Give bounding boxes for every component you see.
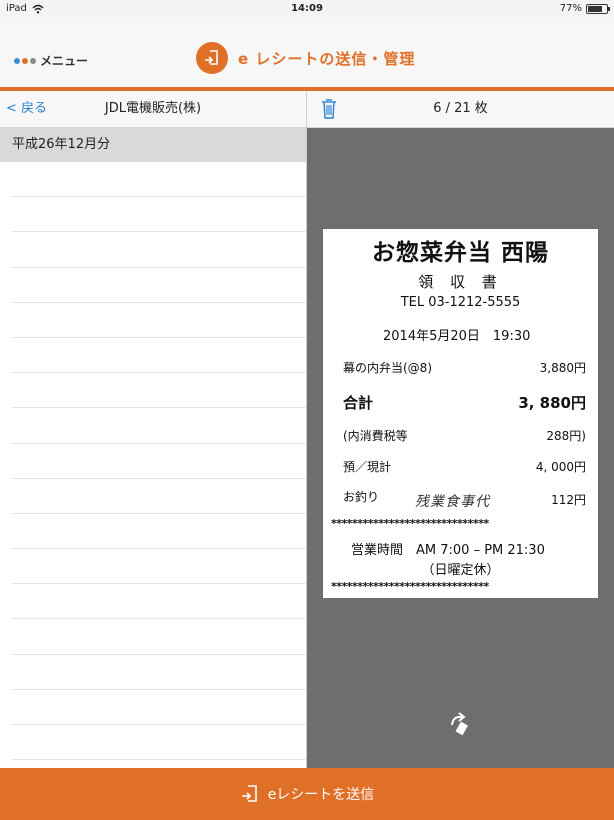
receipt-item-name: 幕の内弁当(@8): [343, 361, 432, 375]
left-nav-bar: < 戻る JDL電機販売(株): [0, 91, 306, 128]
page-title: e レシートの送信・管理: [238, 49, 416, 68]
status-bar: iPad 14:09 77%: [0, 0, 614, 18]
receipt-send-icon: [241, 785, 257, 802]
receipt-separator: ******************************: [331, 580, 489, 593]
handwritten-note: 残業食事代: [415, 494, 490, 510]
receipt-closed-day: （日曜定休）: [421, 563, 500, 578]
list-item[interactable]: [12, 725, 306, 761]
battery-fill: [588, 6, 602, 12]
receipt-paid-label: 預／現計: [343, 460, 392, 474]
list-item[interactable]: [12, 162, 306, 198]
list-item[interactable]: [12, 549, 306, 585]
list-item[interactable]: [12, 584, 306, 620]
receipt-tax-label: (内消費税等: [343, 429, 408, 443]
app-header: メニュー e レシートの送信・管理: [0, 18, 614, 91]
receipt-hours: 営業時間 AM 7:00 – PM 21:30: [351, 543, 545, 558]
receipt-total-label: 合計: [343, 394, 374, 412]
header-title-group: e レシートの送信・管理: [196, 42, 415, 74]
clock: 14:09: [291, 3, 323, 14]
list-item[interactable]: [12, 197, 306, 233]
receipt-total-value: 3, 880円: [518, 394, 586, 412]
list-item[interactable]: [12, 338, 306, 374]
menu-dot: [14, 57, 20, 64]
list-item[interactable]: [12, 268, 306, 303]
receipt-preview-pane: 6 / 21 枚 お惣菜弁当 西陽 領 収 書 TEL 03-1212-5555…: [307, 91, 614, 768]
list-item[interactable]: [12, 373, 306, 409]
list-item[interactable]: [12, 690, 306, 725]
receipt-image: お惣菜弁当 西陽 領 収 書 TEL 03-1212-5555 2014年5月2…: [323, 229, 598, 598]
month-section-header: 平成26年12月分: [0, 128, 306, 162]
send-receipt-button[interactable]: eレシートを送信: [0, 768, 614, 820]
menu-dot: [22, 57, 28, 64]
rotate-icon[interactable]: [447, 711, 473, 741]
list-item[interactable]: [12, 655, 306, 690]
menu-dot: [30, 57, 36, 64]
list-item[interactable]: [12, 232, 306, 268]
menu-dots-icon: [14, 57, 36, 64]
list-item[interactable]: [12, 444, 306, 479]
receipt-paid-value: 4, 000円: [535, 460, 586, 474]
receipt-change-value: 112円: [551, 493, 586, 507]
receipt-item-price: 3,880円: [539, 361, 586, 375]
page-counter: 6 / 21 枚: [433, 101, 488, 116]
receipt-change-label: お釣り: [343, 490, 380, 504]
vendor-title: JDL電機販売(株): [104, 101, 202, 116]
receipt-list: [12, 162, 306, 761]
receipt-icon: [196, 42, 228, 74]
menu-label: メニュー: [40, 54, 89, 68]
battery-icon: [586, 4, 610, 14]
send-button-label: eレシートを送信: [267, 787, 375, 803]
receipt-date: 2014年5月20日 19:30: [383, 329, 531, 344]
list-item[interactable]: [12, 479, 306, 514]
battery-percent: 77%: [559, 3, 582, 14]
receipt-shop-name: お惣菜弁当 西陽: [371, 240, 549, 266]
list-item[interactable]: [12, 619, 306, 655]
menu-button[interactable]: メニュー: [14, 52, 88, 69]
trash-icon[interactable]: [321, 98, 337, 124]
receipt-separator: ******************************: [331, 517, 489, 530]
list-item[interactable]: [12, 303, 306, 338]
list-item[interactable]: [12, 408, 306, 444]
receipt-kind: 領 収 書: [418, 273, 503, 291]
right-nav-bar: 6 / 21 枚: [307, 91, 614, 128]
receipt-list-pane: < 戻る JDL電機販売(株) 平成26年12月分: [0, 91, 307, 768]
receipt-tel: TEL 03-1212-5555: [400, 295, 521, 310]
receipt-tax-value: 288円): [546, 429, 586, 443]
list-item[interactable]: [12, 514, 306, 550]
